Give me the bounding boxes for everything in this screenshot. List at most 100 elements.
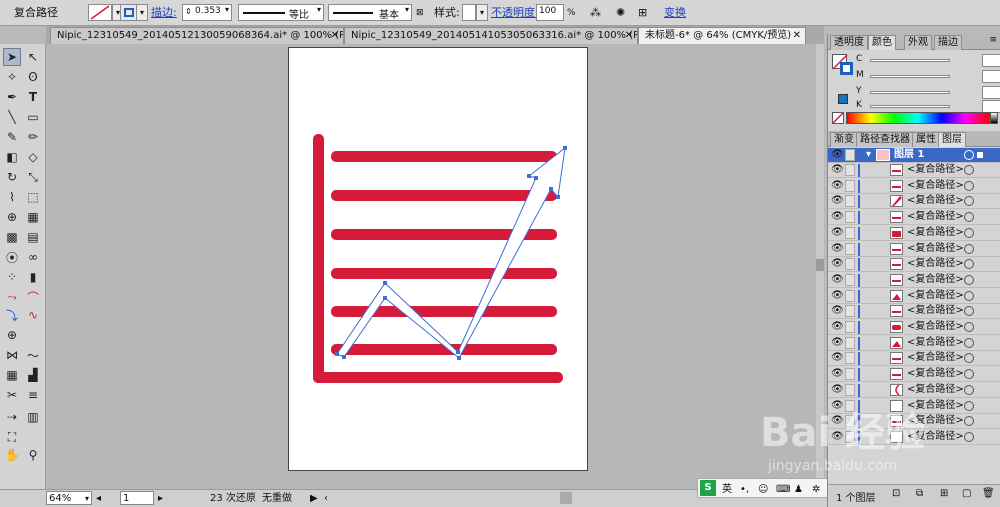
lock-toggle[interactable] [845,242,855,255]
eye-icon[interactable]: 👁 [831,164,844,176]
warp-icon[interactable]: ⌇ [3,188,21,206]
align-icon[interactable]: ⁂ [590,4,601,22]
pencil-icon[interactable]: ✏ [24,128,42,146]
sublayer-row[interactable]: 👁 <复合路径> [828,320,1000,335]
sublayer-row[interactable]: 👁 <复合路径> [828,289,1000,304]
chevron-down-icon[interactable]: ▾ [405,5,409,14]
eye-icon[interactable]: 👁 [831,400,844,412]
lock-toggle[interactable] [845,226,855,239]
transform-grid-icon[interactable]: ⊞ [638,4,647,22]
close-icon[interactable]: ✕ [793,28,801,44]
stroke-dropdown[interactable]: ▾ [136,4,148,21]
pen-tool-icon[interactable]: ✒ [3,88,21,106]
rotate-icon[interactable]: ↻ [3,168,21,186]
eye-icon[interactable]: 👁 [831,431,844,443]
target-icon[interactable] [964,400,974,411]
chart-icon[interactable]: ▟ [24,366,42,384]
lock-toggle[interactable] [845,336,855,349]
horizontal-scroll-thumb[interactable] [560,492,572,504]
eye-icon[interactable]: 👁 [831,305,844,317]
target-icon[interactable] [964,212,974,223]
eye-icon[interactable]: 👁 [831,274,844,286]
lock-toggle[interactable] [845,352,855,365]
selection-tool-icon[interactable]: ➤ [3,48,21,66]
eye-icon[interactable]: 👁 [831,321,844,333]
eye-icon[interactable]: 👁 [831,368,844,380]
eraser-icon[interactable]: ◇ [24,148,42,166]
spin-icon[interactable]: ⇕ [185,7,192,16]
eye-icon[interactable]: 👁 [831,180,844,192]
sublayer-row[interactable]: 👁 <复合路径> [828,383,1000,398]
eye-icon[interactable]: 👁 [831,149,844,161]
lock-toggle[interactable] [845,273,855,286]
smooth-icon[interactable]: ∿ [24,306,42,324]
lock-toggle[interactable] [845,415,855,428]
hand-tool-icon[interactable]: ✋ [3,446,21,464]
style-dropdown[interactable]: ▾ [476,4,488,21]
wrench-icon[interactable]: ✲ [812,481,820,498]
lock-toggle[interactable] [845,305,855,318]
sogou-icon[interactable]: S [700,480,716,496]
eye-icon[interactable]: 👁 [831,227,844,239]
sublayer-row[interactable]: 👁 <复合路径> [828,257,1000,273]
shape-builder-icon[interactable]: ⊕ [3,208,21,226]
new-sublayer-icon[interactable]: ⊞ [940,488,948,499]
lasso-icon[interactable]: ʘ [24,68,42,86]
scale-icon[interactable]: ⤡ [24,168,42,186]
eye-icon[interactable]: 👁 [831,195,844,207]
lock-toggle[interactable] [845,383,855,396]
target-icon[interactable] [964,384,974,395]
column-graph-icon[interactable]: ▮ [24,268,42,286]
list-icon[interactable]: ≡ [24,386,42,404]
eye-icon[interactable]: 👁 [831,290,844,302]
target-icon[interactable] [964,369,974,380]
locate-object-icon[interactable]: ⊡ [892,488,900,499]
tab-transparency[interactable]: 透明度 [830,35,868,50]
lock-toggle[interactable] [845,149,855,161]
new-layer-icon[interactable]: ▢ [962,488,971,499]
eye-icon[interactable]: 👁 [831,415,844,427]
lock-toggle[interactable] [845,195,855,208]
tab-attributes[interactable]: 属性 [912,132,940,147]
lock-toggle[interactable] [845,321,855,333]
fill-swatch[interactable] [88,4,112,21]
chevron-down-icon[interactable]: ▾ [866,148,871,162]
target-icon[interactable] [964,290,974,301]
ime-mode[interactable]: 英 [722,481,732,498]
panel-menu-icon[interactable]: ≡ [989,35,997,45]
scroll-left-icon[interactable]: ‹ [324,490,328,507]
tab-pathfinder[interactable]: 路径查找器 [856,132,914,147]
lock-toggle[interactable] [845,289,855,302]
target-icon[interactable] [964,431,974,442]
zoom-field[interactable]: 64% ▾ [46,491,92,505]
none-swatch[interactable] [832,112,844,124]
tab-stroke[interactable]: 描边 [934,35,962,50]
sublayer-row[interactable]: 👁 <复合路径> [828,163,1000,178]
channel-c[interactable]: C [856,54,1000,67]
recolor-icon[interactable]: ⊠ [416,4,424,22]
direct-selection-tool-icon[interactable]: ↖ [24,48,42,66]
sublayer-row[interactable]: 👁 <复合路径> [828,304,1000,320]
eyedropper-icon[interactable]: ⦿ [3,248,21,266]
eye-icon[interactable]: 👁 [831,258,844,270]
clipping-mask-icon[interactable]: ⧉ [916,488,923,499]
channel-y[interactable]: Y [856,86,1000,99]
user-icon[interactable]: ♟ [794,481,803,498]
target-icon[interactable] [964,306,974,317]
variable-width-profile[interactable]: 等比 ▾ [238,4,324,21]
eye-icon[interactable]: 👁 [831,352,844,364]
convert-anchor-icon[interactable]: ⌒ [24,288,42,306]
tab-appearance[interactable]: 外观 [904,35,932,50]
target-icon[interactable] [964,227,974,238]
perspective-grid-icon[interactable]: ▦ [24,208,42,226]
zoom-tool-icon[interactable]: ⚲ [24,446,42,464]
opacity-field[interactable]: 100 [536,4,564,21]
chevron-down-icon[interactable]: ▾ [317,5,321,14]
tab-gradient[interactable]: 渐变 [830,132,858,147]
close-icon[interactable]: ✕ [625,28,633,44]
layer-row-1[interactable]: 👁 ▾ 图层 1 [828,148,1000,163]
page-field[interactable]: 1 [120,491,154,505]
chevron-down-icon[interactable]: ▾ [225,5,229,14]
join-icon[interactable]: ⤵ [3,306,21,324]
rectangle-tool-icon[interactable]: ▭ [24,108,42,126]
